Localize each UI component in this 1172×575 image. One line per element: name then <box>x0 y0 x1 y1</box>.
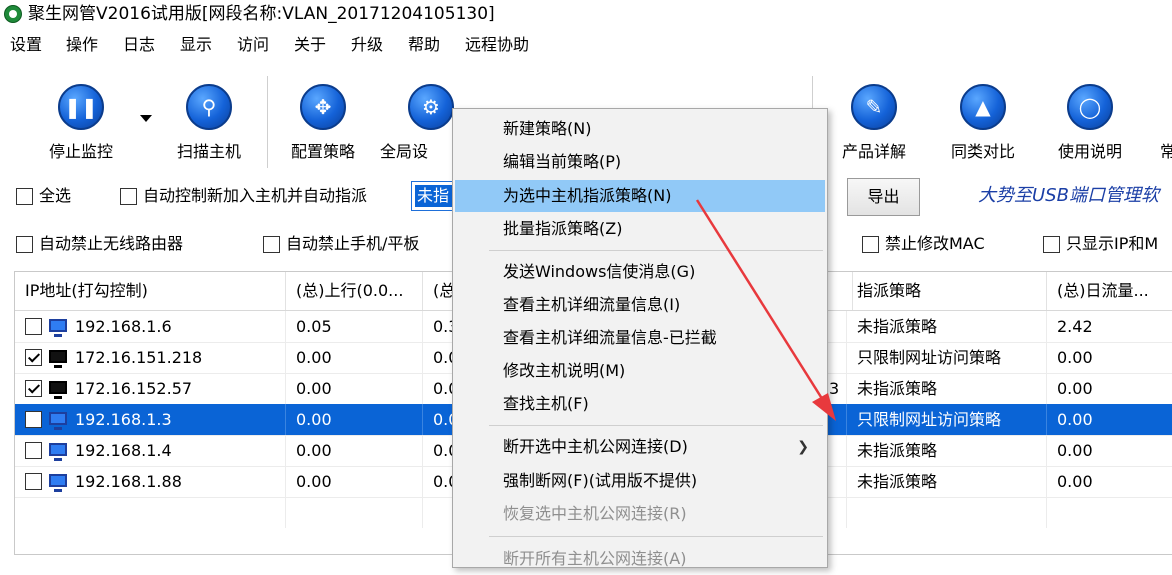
annotation-arrow-line <box>695 199 828 406</box>
annotation-arrow <box>695 199 836 421</box>
annotation-arrow-head <box>812 393 836 421</box>
